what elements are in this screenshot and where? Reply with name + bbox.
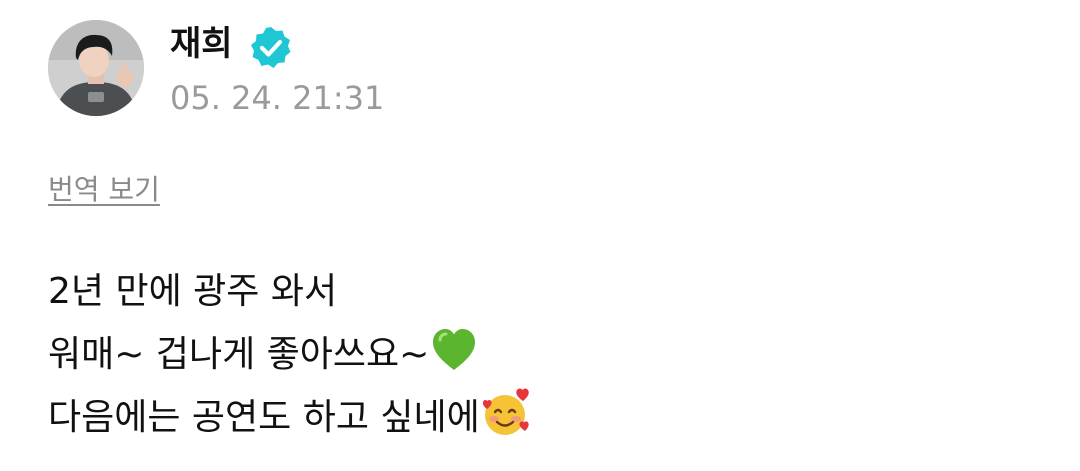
post-line-text: 다음에는 공연도 하고 싶네에 [48,397,480,438]
verified-badge-icon [251,27,291,68]
author-name[interactable]: 재희 [170,22,233,66]
post-line-2: 워매~ 겁나게 좋아쓰요~ [48,323,533,386]
post-body: 2년 만에 광주 와서 워매~ 겁나게 좋아쓰요~ 다음에는 공연도 하고 싶네… [48,260,533,449]
post-timestamp: 05. 24. 21:31 [170,79,385,117]
author-avatar[interactable] [48,20,144,116]
post-line-1: 2년 만에 광주 와서 [48,260,533,323]
post-line-text: 워매~ 겁나게 좋아쓰요~ [48,334,430,375]
smiling-face-with-hearts-emoji [482,388,529,435]
avatar-photo [48,20,144,116]
translate-link[interactable]: 번역 보기 [48,170,160,210]
post-line-3: 다음에는 공연도 하고 싶네에 [48,386,533,449]
post-line-text: 2년 만에 광주 와서 [48,271,338,312]
green-heart-emoji [433,329,476,370]
